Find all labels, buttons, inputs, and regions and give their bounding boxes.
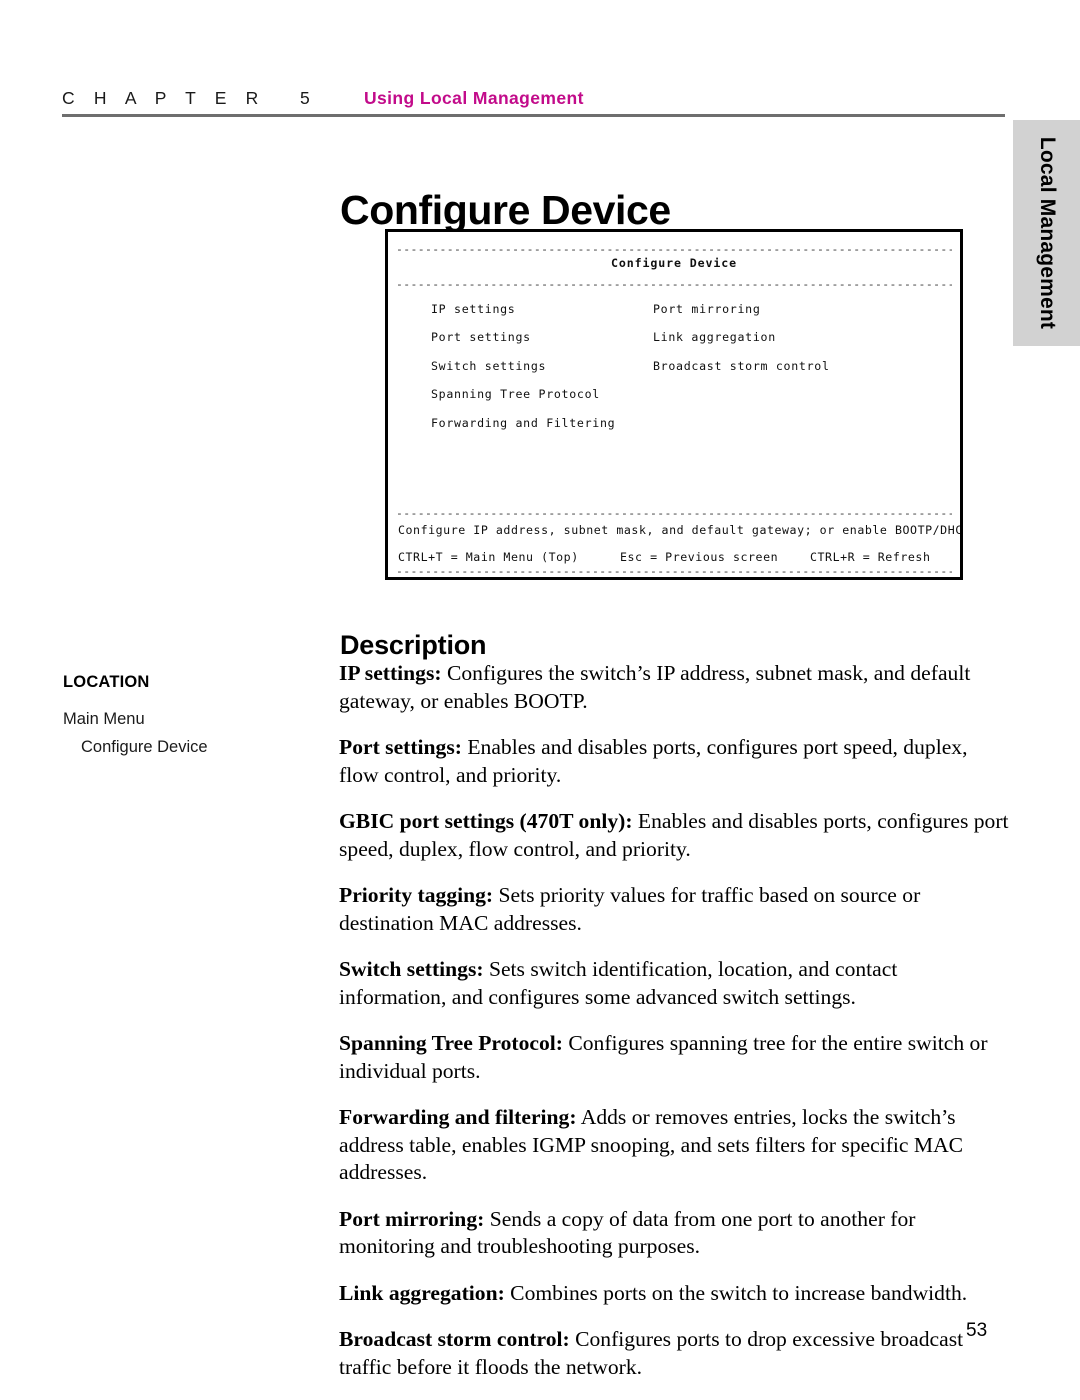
description-term: Port mirroring: — [339, 1206, 485, 1231]
side-tab-label: Local Management — [1035, 136, 1059, 330]
description-term: Forwarding and filtering: — [339, 1105, 577, 1129]
terminal-menu-ip-settings[interactable]: IP settings — [431, 302, 515, 316]
terminal-menu-link-aggregation[interactable]: Link aggregation — [653, 330, 776, 344]
chapter-title-label: Using Local Management — [364, 88, 584, 108]
side-tab-local-management: Local Management — [1013, 120, 1080, 346]
terminal-separator-under-title: ----------------------------------------… — [396, 279, 952, 290]
description-term: Priority tagging: — [339, 883, 494, 907]
location-heading: LOCATION — [63, 673, 150, 691]
description-paragraph: Broadcast storm control: Configures port… — [339, 1326, 1009, 1381]
description-paragraph: Spanning Tree Protocol: Configures spann… — [339, 1030, 1009, 1085]
terminal-menu-broadcast-storm[interactable]: Broadcast storm control — [653, 359, 830, 373]
location-sidebar: LOCATION Main Menu Configure Device — [63, 673, 313, 766]
terminal-menu-forwarding-filtering[interactable]: Forwarding and Filtering — [431, 416, 615, 430]
terminal-screen-title: Configure Device — [610, 256, 738, 270]
chapter-number-label: 5 — [300, 88, 310, 108]
description-paragraph: IP settings: Configures the switch’s IP … — [339, 660, 1009, 715]
description-paragraph: Port mirroring: Sends a copy of data fro… — [339, 1206, 1009, 1261]
terminal-menu-port-settings[interactable]: Port settings — [431, 330, 531, 344]
terminal-key-hint-refresh: CTRL+R = Refresh — [810, 550, 931, 564]
description-text: Combines ports on the switch to increase… — [504, 1280, 968, 1305]
terminal-separator-above-status: ----------------------------------------… — [396, 508, 952, 519]
description-term: GBIC port settings (470T only): — [339, 809, 633, 833]
location-item-main-menu: Main Menu — [63, 710, 145, 728]
description-heading: Description — [340, 630, 487, 661]
description-paragraph: Priority tagging: Sets priority values f… — [339, 882, 1009, 937]
description-paragraph: Link aggregation: Combines ports on the … — [339, 1280, 1009, 1308]
header-divider-rule — [62, 114, 1005, 117]
description-body: IP settings: Configures the switch’s IP … — [339, 660, 1009, 1400]
description-term: Link aggregation: — [339, 1280, 505, 1305]
terminal-key-hints: CTRL+T = Main Menu (Top) Esc = Previous … — [398, 550, 954, 564]
description-paragraph: GBIC port settings (470T only): Enables … — [339, 808, 1009, 863]
description-term: IP settings: — [339, 661, 442, 685]
description-paragraph: Switch settings: Sets switch identificat… — [339, 956, 1009, 1011]
chapter-header: C H A P T E R 5 Using Local Management — [62, 86, 1006, 116]
page-title: Configure Device — [340, 187, 671, 234]
terminal-screenshot-figure: ----------------------------------------… — [385, 229, 963, 580]
description-paragraph: Forwarding and filtering: Adds or remove… — [339, 1104, 1009, 1187]
terminal-menu-port-mirroring[interactable]: Port mirroring — [653, 302, 761, 316]
chapter-word-label: C H A P T E R — [62, 88, 266, 108]
terminal-key-hint-previous: Esc = Previous screen — [620, 550, 779, 564]
page-number: 53 — [966, 1320, 988, 1341]
description-paragraph: Port settings: Enables and disables port… — [339, 734, 1009, 789]
description-term: Port settings: — [339, 735, 462, 759]
location-item-configure-device: Configure Device — [81, 738, 208, 756]
terminal-menu-switch-settings[interactable]: Switch settings — [431, 359, 546, 373]
terminal-menu-spanning-tree[interactable]: Spanning Tree Protocol — [431, 387, 600, 401]
description-term: Spanning Tree Protocol: — [339, 1031, 563, 1055]
description-term: Switch settings: — [339, 957, 484, 981]
terminal-separator-top: ----------------------------------------… — [396, 244, 952, 255]
terminal-separator-bottom: ----------------------------------------… — [396, 566, 952, 577]
terminal-key-hint-main-menu: CTRL+T = Main Menu (Top) — [398, 550, 579, 564]
terminal-status-description: Configure IP address, subnet mask, and d… — [398, 523, 963, 537]
description-term: Broadcast storm control: — [339, 1327, 570, 1351]
